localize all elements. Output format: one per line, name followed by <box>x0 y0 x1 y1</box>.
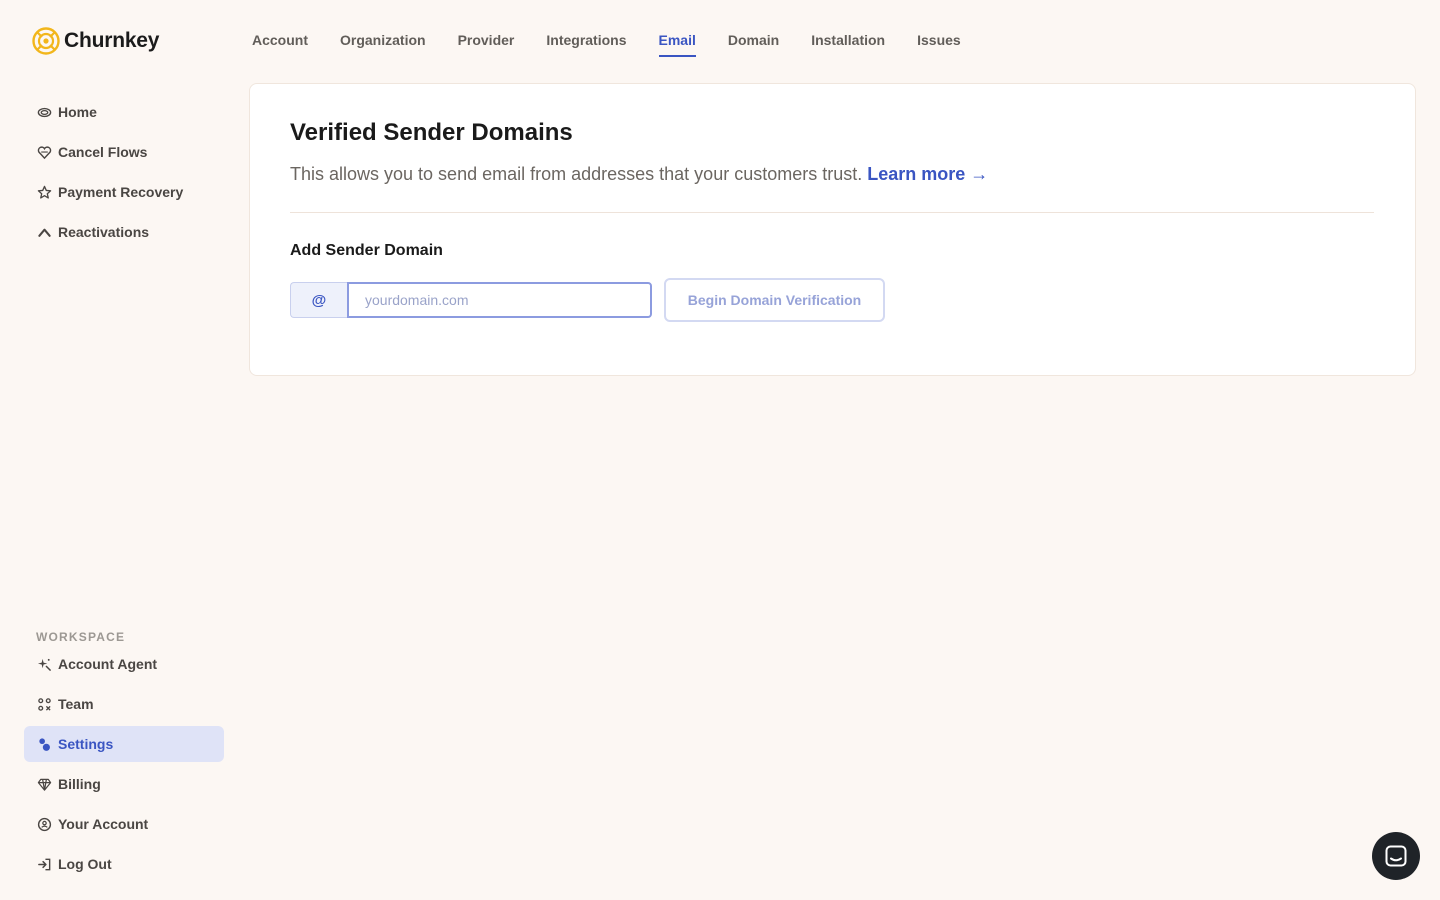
section-title: Add Sender Domain <box>290 242 443 259</box>
sidebar-item-label: Log Out <box>58 856 112 872</box>
description-text: This allows you to send email from addre… <box>290 164 863 184</box>
churnkey-logo-icon <box>32 27 60 55</box>
logout-icon <box>36 856 52 872</box>
sidebar-item-label: Cancel Flows <box>58 144 148 160</box>
divider <box>290 212 1374 213</box>
sidebar: Churnkey Home Cancel Flows Payment Recov… <box>0 0 240 900</box>
chat-launcher-button[interactable] <box>1372 832 1420 880</box>
tab-domain[interactable]: Domain <box>728 32 779 57</box>
sidebar-item-label: Settings <box>58 736 114 752</box>
tab-issues[interactable]: Issues <box>917 32 961 57</box>
page-title: Verified Sender Domains <box>290 119 573 146</box>
eye-icon <box>36 104 52 120</box>
sidebar-item-label: Your Account <box>58 816 149 832</box>
sidebar-item-label: Reactivations <box>58 224 150 240</box>
sidebar-item-reactivations[interactable]: Reactivations <box>24 214 224 250</box>
star-icon <box>36 184 52 200</box>
sidebar-item-label: Home <box>58 104 97 120</box>
user-circle-icon <box>36 816 52 832</box>
tab-integrations[interactable]: Integrations <box>546 32 626 57</box>
tab-organization[interactable]: Organization <box>340 32 426 57</box>
sidebar-item-label: Billing <box>58 776 101 792</box>
sidebar-item-team[interactable]: Team <box>24 686 224 722</box>
sidebar-item-account-agent[interactable]: Account Agent <box>24 646 224 682</box>
brand-logo-link[interactable]: Churnkey <box>32 27 159 55</box>
sidebar-item-billing[interactable]: Billing <box>24 766 224 802</box>
sidebar-item-payment-recovery[interactable]: Payment Recovery <box>24 174 224 210</box>
team-icon <box>36 696 52 712</box>
arrow-up-icon <box>36 224 52 240</box>
settings-icon <box>36 736 52 752</box>
tab-account[interactable]: Account <box>252 32 308 57</box>
diamond-icon <box>36 776 52 792</box>
tab-email[interactable]: Email <box>658 32 696 57</box>
domain-input-group: @ <box>290 282 652 318</box>
sidebar-item-label: Account Agent <box>58 656 158 672</box>
at-prefix: @ <box>290 282 347 318</box>
tab-installation[interactable]: Installation <box>811 32 885 57</box>
sidebar-item-your-account[interactable]: Your Account <box>24 806 224 842</box>
sender-domains-card: Verified Sender Domains This allows you … <box>249 83 1416 376</box>
tab-provider[interactable]: Provider <box>458 32 515 57</box>
chat-icon <box>1385 845 1407 867</box>
brand-name: Churnkey <box>64 29 160 52</box>
main-nav: Home Cancel Flows Payment Recovery React… <box>24 94 224 254</box>
sidebar-item-label: Payment Recovery <box>58 184 184 200</box>
heart-icon <box>36 144 52 160</box>
workspace-section-label: WORKSPACE <box>36 630 126 644</box>
sidebar-item-cancel-flows[interactable]: Cancel Flows <box>24 134 224 170</box>
page-description: This allows you to send email from addre… <box>290 164 988 185</box>
learn-more-link[interactable]: Learn more → <box>867 164 988 184</box>
workspace-nav: Account Agent Team Settings Billing Your… <box>24 646 224 886</box>
domain-input[interactable] <box>347 282 652 318</box>
sidebar-item-settings[interactable]: Settings <box>24 726 224 762</box>
sidebar-item-log-out[interactable]: Log Out <box>24 846 224 882</box>
sparkle-icon <box>36 656 52 672</box>
sidebar-item-home[interactable]: Home <box>24 94 224 130</box>
begin-domain-verification-button[interactable]: Begin Domain Verification <box>664 278 885 322</box>
settings-tabs: Account Organization Provider Integratio… <box>252 32 993 57</box>
sidebar-item-label: Team <box>58 696 94 712</box>
